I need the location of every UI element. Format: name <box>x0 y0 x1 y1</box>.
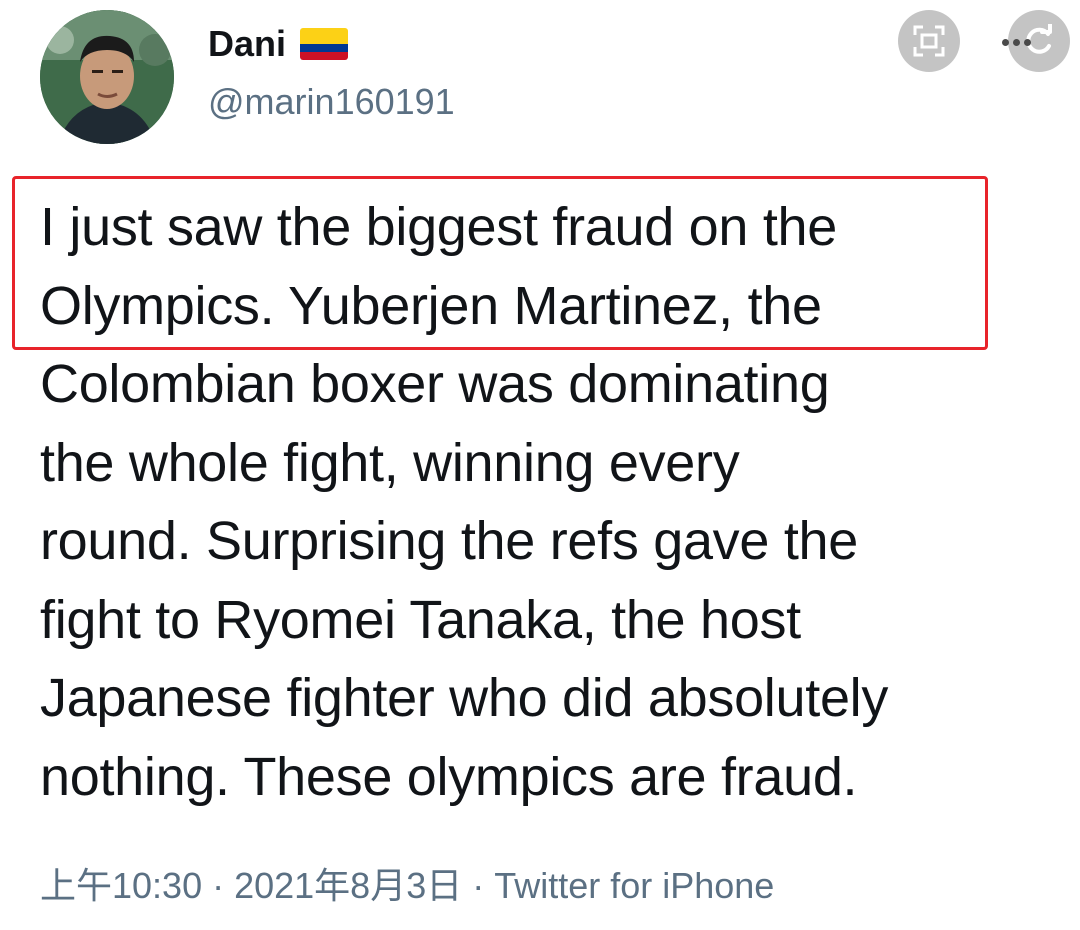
more-dots-icon[interactable] <box>1002 37 1036 47</box>
avatar-photo <box>40 10 174 144</box>
tweet-line: Olympics. Yuberjen Martinez, the <box>40 275 822 336</box>
tweet-line: round. Surprising the refs gave the <box>40 511 858 571</box>
tweet-line: nothing. These olympics are fraud. <box>40 746 858 807</box>
dot <box>1002 38 1009 46</box>
display-name[interactable]: Dani <box>208 22 349 66</box>
colombia-flag-icon <box>300 28 349 60</box>
tweet-line: the whole fight, winning every <box>40 432 740 493</box>
display-name-text: Dani <box>208 23 287 64</box>
avatar[interactable] <box>40 10 174 144</box>
tweet-text: I just saw the biggest fraud on the Olym… <box>40 188 1070 816</box>
dot <box>1024 38 1031 46</box>
user-handle[interactable]: @marin160191 <box>208 80 455 124</box>
tweet-line: Japanese fighter who did absolutely <box>40 668 889 728</box>
screenshot-button[interactable] <box>898 10 960 72</box>
tweet-timestamp-source[interactable]: 上午10:30 · 2021年8月3日 · Twitter for iPhone <box>40 862 774 910</box>
dot <box>1013 38 1020 46</box>
tweet-line: I just saw the biggest fraud on the <box>40 197 837 257</box>
tweet-line: Colombian boxer was dominating <box>40 354 830 414</box>
screenshot-frame-icon <box>913 25 945 57</box>
tweet-line: fight to Ryomei Tanaka, the host <box>40 589 801 650</box>
